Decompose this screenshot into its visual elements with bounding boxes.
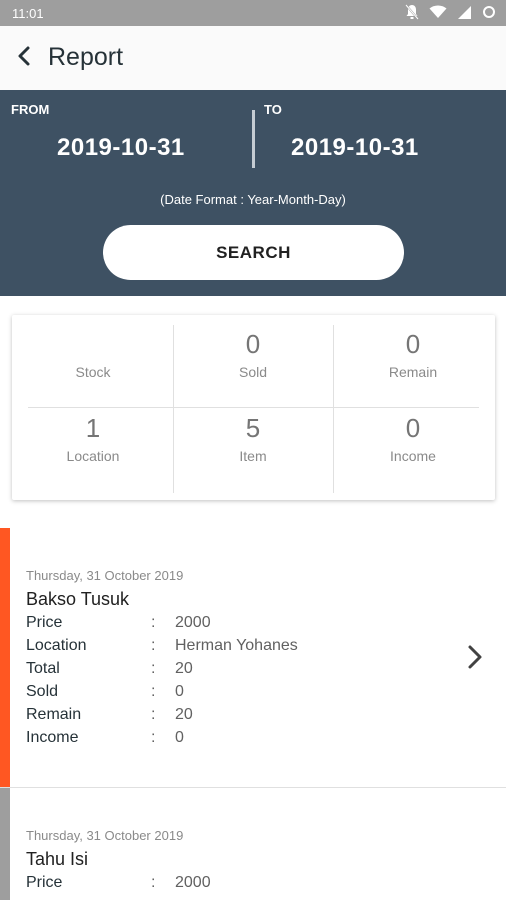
report-accent-stripe xyxy=(0,788,10,900)
report-item-name: Bakso Tusuk xyxy=(26,589,130,609)
from-date[interactable]: 2019-10-31 xyxy=(57,134,185,162)
field-key: Income xyxy=(26,729,79,746)
field-value: 2000 xyxy=(175,874,211,891)
stat-label: Stock xyxy=(75,364,111,380)
summary-card: Stock 0 Sold 0 Remain 1 Location 5 Item … xyxy=(12,315,495,500)
date-range-panel: FROM 2019-10-31 TO 2019-10-31 (Date Form… xyxy=(0,90,506,296)
report-field-row: Price : 2000 xyxy=(26,874,446,897)
battery-icon xyxy=(482,5,496,19)
app-bar: Report xyxy=(0,26,506,90)
wifi-icon xyxy=(429,5,447,19)
field-value: 0 xyxy=(175,683,184,700)
back-arrow-icon xyxy=(16,45,32,72)
stat-label: Income xyxy=(390,448,436,464)
stat-location: 1 Location xyxy=(13,413,173,464)
report-date: Thursday, 31 October 2019 xyxy=(26,568,184,583)
status-bar: 11:01 xyxy=(0,0,506,26)
field-value: 2000 xyxy=(175,614,211,631)
field-value: Herman Yohanes xyxy=(175,637,298,654)
field-colon: : xyxy=(151,706,156,723)
field-key: Location xyxy=(26,637,87,654)
stat-label: Remain xyxy=(388,364,438,380)
field-colon: : xyxy=(151,683,156,700)
field-value: 20 xyxy=(175,660,193,677)
stat-value: 5 xyxy=(245,413,261,443)
stat-label: Item xyxy=(239,448,267,464)
field-key: Price xyxy=(26,874,63,891)
report-field-row: Income : 0 xyxy=(26,729,446,752)
stats-divider xyxy=(28,407,479,408)
report-field-row: Total : 20 xyxy=(26,660,446,683)
stat-value: 0 xyxy=(245,329,261,359)
stat-value: 1 xyxy=(85,413,101,443)
stat-value: 0 xyxy=(405,329,421,359)
stat-value: 0 xyxy=(405,413,421,443)
field-colon: : xyxy=(151,614,156,631)
stat-remain: 0 Remain xyxy=(333,329,493,380)
from-label: FROM xyxy=(11,102,50,117)
field-key: Sold xyxy=(26,683,59,700)
field-colon: : xyxy=(151,874,156,891)
field-key: Price xyxy=(26,614,63,631)
field-key: Total xyxy=(26,660,60,677)
stat-sold: 0 Sold xyxy=(173,329,333,380)
date-divider xyxy=(252,110,255,168)
stat-item: 5 Item xyxy=(173,413,333,464)
report-card[interactable]: Thursday, 31 October 2019 Bakso Tusuk Pr… xyxy=(0,528,506,787)
report-field-row: Price : 2000 xyxy=(26,614,446,637)
to-label: TO xyxy=(264,102,282,117)
report-accent-stripe xyxy=(0,528,10,787)
stat-income: 0 Income xyxy=(333,413,493,464)
stat-stock: Stock xyxy=(13,329,173,380)
report-field-row: Location : Herman Yohanes xyxy=(26,637,446,660)
report-date: Thursday, 31 October 2019 xyxy=(26,828,184,843)
back-button[interactable] xyxy=(10,44,38,72)
signal-icon xyxy=(457,5,472,20)
search-button[interactable]: SEARCH xyxy=(103,225,404,280)
chevron-right-icon[interactable] xyxy=(462,642,488,672)
report-card[interactable]: Thursday, 31 October 2019 Tahu Isi Price… xyxy=(0,788,506,900)
page-title: Report xyxy=(48,43,124,71)
field-colon: : xyxy=(151,729,156,746)
mute-icon xyxy=(405,4,419,20)
field-key: Remain xyxy=(26,706,82,723)
report-field-row: Remain : 20 xyxy=(26,706,446,729)
date-format-hint: (Date Format : Year-Month-Day) xyxy=(160,192,346,207)
status-time: 11:01 xyxy=(12,6,44,21)
report-item-name: Tahu Isi xyxy=(26,849,89,869)
field-colon: : xyxy=(151,637,156,654)
field-value: 20 xyxy=(175,706,193,723)
stat-label: Sold xyxy=(238,364,268,380)
to-date[interactable]: 2019-10-31 xyxy=(291,134,419,162)
stat-value xyxy=(13,329,173,359)
stat-label: Location xyxy=(66,448,120,464)
field-value: 0 xyxy=(175,729,184,746)
field-colon: : xyxy=(151,660,156,677)
report-field-row: Sold : 0 xyxy=(26,683,446,706)
